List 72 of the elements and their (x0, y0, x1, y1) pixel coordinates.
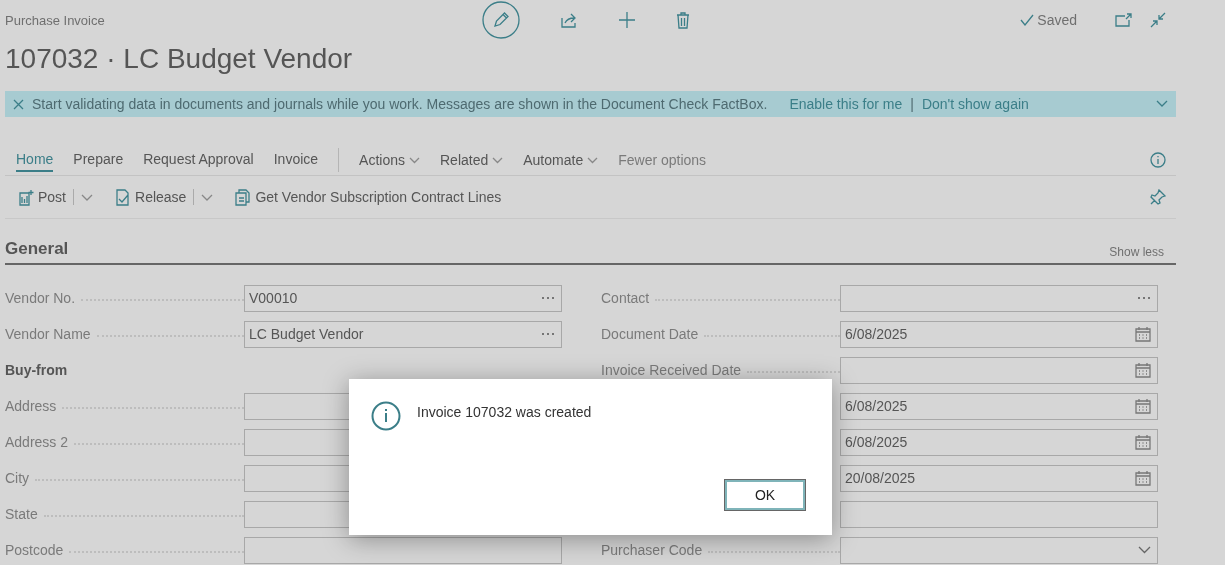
caret-icon (587, 156, 599, 164)
calendar-icon[interactable] (1135, 434, 1151, 450)
saved-status: Saved (1037, 12, 1077, 28)
check-icon (1020, 14, 1035, 26)
input-field[interactable]: 6/08/2025 (840, 428, 1158, 456)
tab[interactable]: Prepare (73, 148, 124, 172)
document-icon (235, 188, 252, 206)
page-title: 107032 · LC Budget Vendor (5, 42, 354, 76)
open-in-new-window-icon[interactable] (1115, 13, 1132, 27)
more-options-icon[interactable] (1137, 296, 1151, 300)
input-field[interactable] (840, 536, 1158, 564)
page-type-label: Purchase Invoice (5, 12, 106, 28)
collapse-icon[interactable] (1150, 12, 1166, 28)
caret-icon (492, 156, 504, 164)
dialog-message: Invoice 107032 was created (417, 404, 592, 420)
chevron-down-icon[interactable] (1138, 546, 1151, 554)
caret-icon (409, 156, 420, 164)
calendar-icon[interactable] (1135, 470, 1151, 486)
field-label: Address 2 (5, 434, 69, 450)
input-field[interactable] (244, 536, 562, 564)
menu-button[interactable]: Automate (523, 152, 599, 168)
input-field[interactable] (840, 356, 1158, 384)
section-title: General (5, 239, 69, 259)
menu-button[interactable]: Related (440, 152, 504, 168)
info-icon[interactable] (1150, 152, 1166, 168)
input-field[interactable] (840, 500, 1158, 528)
calendar-icon[interactable] (1135, 398, 1151, 414)
chevron-down-icon[interactable] (1156, 100, 1168, 108)
field-label: State (5, 506, 38, 522)
fewer-options-link[interactable]: Fewer options (618, 152, 707, 168)
more-options-icon[interactable] (541, 332, 555, 336)
tab[interactable]: Home (16, 148, 54, 172)
delete-icon[interactable] (676, 11, 690, 29)
input-field[interactable]: LC Budget Vendor (244, 320, 562, 348)
close-icon[interactable] (13, 98, 24, 110)
field-label: Vendor Name (5, 326, 91, 342)
edit-icon[interactable] (482, 1, 520, 39)
field-label: Address (5, 398, 57, 414)
more-options-icon[interactable] (541, 296, 555, 300)
banner-link[interactable]: Don't show again (921, 96, 1029, 112)
action-button[interactable]: Get Vendor Subscription Contract Lines (235, 188, 502, 206)
input-field[interactable] (840, 284, 1158, 312)
input-field[interactable]: 6/08/2025 (840, 392, 1158, 420)
link-separator: | (910, 96, 914, 112)
action-button[interactable]: Release (115, 188, 214, 206)
field-label: Invoice Received Date (601, 362, 742, 378)
pin-icon[interactable] (1150, 189, 1166, 205)
calendar-icon[interactable] (1135, 362, 1151, 378)
action-button[interactable]: Post (18, 188, 93, 206)
tab[interactable]: Request Approval (143, 148, 254, 172)
field-label: Purchaser Code (601, 542, 703, 558)
group-heading: Buy-from (5, 362, 69, 378)
field-label: Document Date (601, 326, 699, 342)
tab[interactable]: Invoice (273, 148, 319, 172)
add-icon[interactable] (618, 11, 636, 29)
input-field[interactable]: 6/08/2025 (840, 320, 1158, 348)
banner-message: Start validating data in documents and journals while you work. Messages are shown in the Document Check FactBox. (32, 96, 768, 112)
share-icon[interactable] (560, 12, 578, 28)
info-icon (371, 401, 401, 431)
ok-button[interactable]: OK (725, 480, 805, 510)
release-icon (115, 188, 131, 206)
show-less-link[interactable]: Show less (1109, 245, 1164, 259)
field-label: Postcode (5, 542, 64, 558)
calendar-icon[interactable] (1135, 326, 1151, 342)
field-label: City (5, 470, 30, 486)
input-field[interactable]: V00010 (244, 284, 562, 312)
banner-link[interactable]: Enable this for me (789, 96, 903, 112)
field-label: Contact (601, 290, 650, 306)
input-field[interactable]: 20/08/2025 (840, 464, 1158, 492)
field-label: Vendor No. (5, 290, 76, 306)
post-icon (18, 188, 34, 206)
menu-button[interactable]: Actions (359, 152, 420, 168)
